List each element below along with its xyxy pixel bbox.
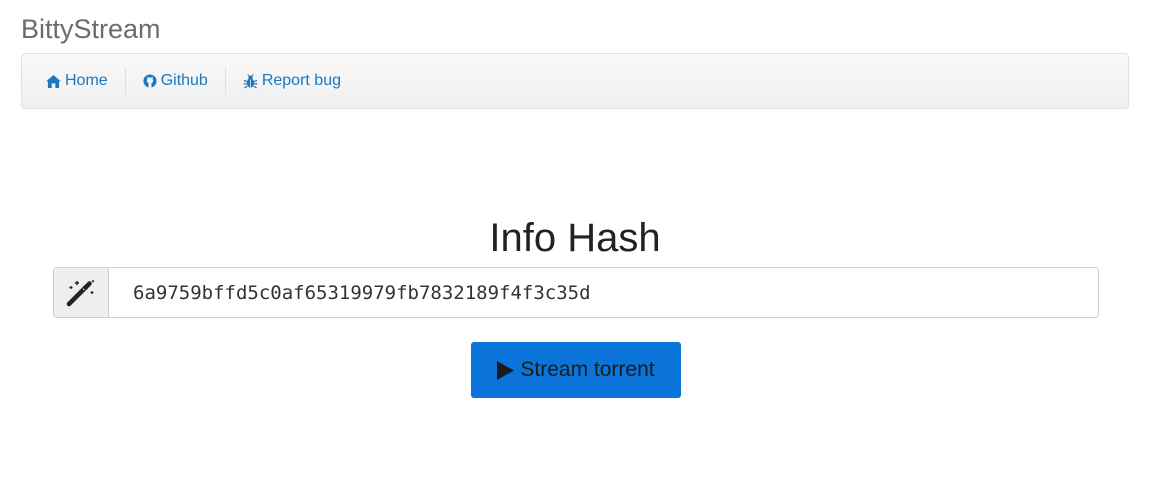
stream-torrent-label: Stream torrent xyxy=(520,358,655,381)
home-icon xyxy=(46,74,61,88)
play-icon xyxy=(497,360,515,380)
nav-github-label: Github xyxy=(160,72,208,89)
github-icon xyxy=(143,74,157,88)
info-hash-input[interactable] xyxy=(109,268,1098,317)
nav-home[interactable]: Home xyxy=(22,67,125,95)
stream-torrent-button[interactable]: Stream torrent xyxy=(471,342,681,398)
nav-github[interactable]: Github xyxy=(126,67,225,95)
navbar: Home Github Report bug xyxy=(21,53,1129,109)
nav-report-bug[interactable]: Report bug xyxy=(226,67,358,95)
page-title: Info Hash xyxy=(489,216,661,260)
input-addon xyxy=(54,268,109,317)
nav-home-label: Home xyxy=(65,72,108,89)
app-brand[interactable]: BittyStream xyxy=(21,12,161,46)
info-hash-input-group xyxy=(53,267,1099,318)
magic-wand-icon xyxy=(66,279,95,306)
bug-icon xyxy=(243,73,258,88)
nav-report-bug-label: Report bug xyxy=(261,72,341,89)
